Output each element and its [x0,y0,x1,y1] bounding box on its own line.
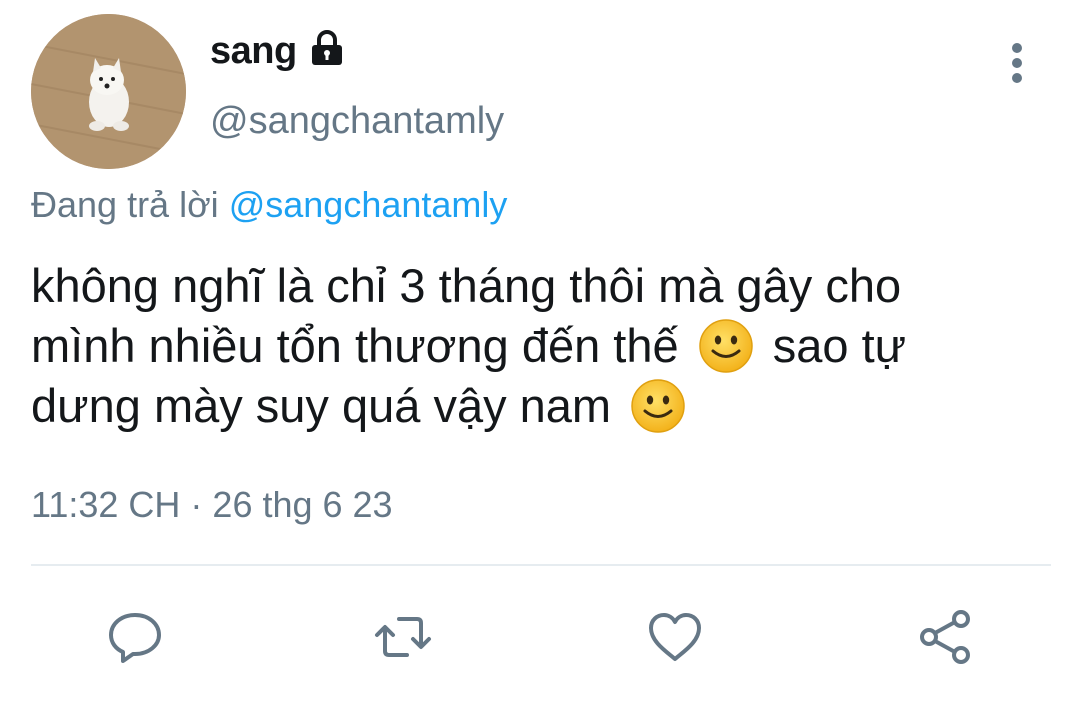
share-button[interactable] [915,607,975,667]
retweet-button[interactable] [373,607,433,667]
divider [31,564,1051,566]
tweet-timestamp[interactable]: 11:32 CH · 26 thg 6 23 [31,484,393,526]
lock-icon [307,28,347,68]
tweet-line: mình nhiều tổn thương đến thế sao tự [31,316,1051,376]
tweet-line-segment: dưng mày suy quá vậy nam [31,379,612,432]
avatar-dog-image [31,14,186,169]
share-icon [920,610,970,664]
tweet-text: không nghĩ là chỉ 3 tháng thôi mà gây ch… [31,256,1051,436]
meta-separator: · [180,484,213,525]
like-icon [649,613,701,661]
tweet-line: không nghĩ là chỉ 3 tháng thôi mà gây ch… [31,259,902,312]
replying-to-line: Đang trả lời @sangchantamly [31,184,507,226]
smiley-emoji-icon [698,318,754,374]
reply-icon [109,613,161,663]
retweet-icon [375,617,431,657]
tweet-line: dưng mày suy quá vậy nam [31,376,1051,436]
like-button[interactable] [645,607,705,667]
tweet-line-segment: mình nhiều tổn thương đến thế [31,319,679,372]
author-name-row: sang [210,28,347,73]
reply-button[interactable] [105,607,165,667]
tweet-date: 26 thg 6 23 [212,484,393,525]
tweet-time: 11:32 CH [31,484,181,525]
more-options-icon[interactable] [1000,42,1034,86]
smiley-emoji-icon [630,378,686,434]
author-handle[interactable]: @sangchantamly [210,100,504,143]
replying-to-mention[interactable]: @sangchantamly [229,184,508,225]
tweet-line-segment: sao tự [772,319,907,372]
avatar[interactable] [31,14,186,169]
replying-to-label: Đang trả lời [31,184,219,225]
author-display-name[interactable]: sang [210,30,297,73]
